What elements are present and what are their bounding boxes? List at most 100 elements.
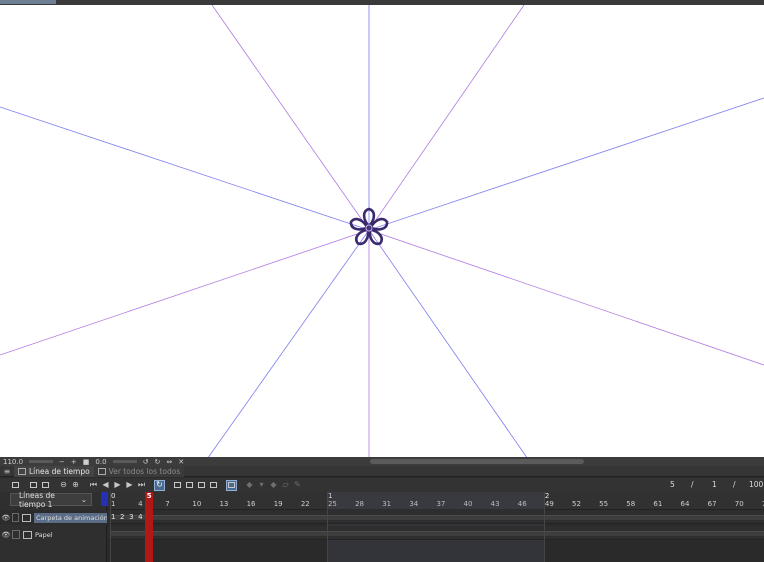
cel-label[interactable]: 2 — [120, 513, 124, 521]
panel-menu-icon[interactable]: ≡ — [0, 467, 14, 476]
frame-tick-label: 64 — [680, 500, 690, 508]
current-frame-value[interactable]: 5 — [670, 478, 675, 492]
folder-icon — [22, 513, 32, 522]
drawing-canvas[interactable] — [0, 5, 764, 457]
frame-tick-label: 49 — [544, 500, 554, 508]
perspective-line — [368, 5, 525, 231]
last-frame-icon[interactable]: ⏭ — [136, 480, 147, 491]
layer-name: Carpeta de animación — [34, 512, 107, 523]
angle-value[interactable]: 0.0 — [92, 458, 109, 466]
keyframe-dropdown-icon[interactable]: ▾ — [256, 480, 267, 491]
timeline-layer-list: Líneas de tiempo 1 ⌄ 👁 Carpeta de animac… — [0, 490, 107, 562]
keyframe-icon[interactable]: ◆ — [244, 480, 255, 491]
frame-tick-label: 13 — [219, 500, 229, 508]
perspective-line — [0, 229, 370, 356]
playhead[interactable] — [145, 492, 154, 562]
canvas-drawing — [0, 5, 764, 457]
onion-skin-toggle[interactable] — [226, 479, 237, 491]
new-animation-cel-button[interactable] — [172, 480, 183, 491]
layer-row-animation-folder[interactable]: 👁 Carpeta de animación — [0, 510, 107, 525]
zoom-out-timeline-icon[interactable]: ⊖ — [58, 480, 69, 491]
tab-view-all[interactable]: Ver todos los todos — [93, 465, 185, 477]
timeline-panel-header: ≡ Línea de tiempo Ver todos los todos — [0, 465, 764, 477]
work-start-marker[interactable] — [101, 492, 108, 506]
lock-icon[interactable] — [12, 530, 20, 539]
frame-tick-label: 70 — [734, 500, 744, 508]
frame-tick-label: 19 — [273, 500, 283, 508]
frame-rate-button[interactable] — [40, 480, 51, 491]
frame-tick-label: 67 — [707, 500, 717, 508]
rotate-slider[interactable] — [112, 460, 137, 463]
fit-icon[interactable]: ■ — [80, 458, 93, 466]
layer-name: Papel — [35, 530, 53, 539]
second-divider — [110, 492, 111, 562]
flip-icon[interactable]: ⇔ — [163, 458, 175, 466]
tab-view-all-label: Ver todos los todos — [108, 466, 181, 476]
chevron-down-icon: ⌄ — [80, 495, 87, 504]
timeline-tab-icon — [18, 467, 26, 475]
lock-icon[interactable] — [11, 513, 20, 522]
zoom-in-icon[interactable]: + — [68, 458, 80, 466]
zoom-value[interactable]: 110.0 — [0, 458, 26, 466]
prev-frame-icon[interactable]: ◀ — [100, 480, 111, 491]
play-icon[interactable]: ▶ — [112, 480, 123, 491]
canvas-horizontal-scrollbar[interactable] — [370, 459, 584, 464]
frame-tick-label: 7 — [165, 500, 170, 508]
rotate-left-icon[interactable]: ↺ — [140, 458, 152, 466]
perspective-line — [368, 229, 764, 366]
perspective-line — [211, 5, 370, 231]
playhead-frame-label: 5 — [146, 492, 152, 500]
counter-separator: / — [733, 480, 736, 489]
perspective-line — [0, 106, 370, 231]
cel-label[interactable]: 4 — [138, 513, 142, 521]
rotate-right-icon[interactable]: ↻ — [151, 458, 163, 466]
start-frame-value[interactable]: 1 — [712, 478, 717, 492]
edit-timeline-button[interactable] — [28, 480, 39, 491]
cel-label[interactable]: 3 — [129, 513, 133, 521]
eye-icon[interactable]: 👁 — [0, 531, 12, 539]
loop-toggle-icon[interactable]: ↻ — [154, 479, 165, 491]
eye-icon[interactable]: 👁 — [0, 514, 12, 522]
layer-row-paper[interactable]: 👁 Papel — [0, 527, 107, 542]
frame-tick-label: 58 — [626, 500, 636, 508]
zoom-in-timeline-icon[interactable]: ⊕ — [70, 480, 81, 491]
zoom-slider[interactable] — [29, 460, 54, 463]
counter-separator: / — [691, 480, 694, 489]
end-frame-value[interactable]: 100 — [749, 478, 763, 492]
interpolation-icon[interactable]: ◆ — [268, 480, 279, 491]
zoom-out-icon[interactable]: − — [56, 458, 68, 466]
timeline-select[interactable]: Líneas de tiempo 1 ⌄ — [10, 490, 92, 509]
cel-label[interactable]: 1 — [111, 513, 115, 521]
tab-timeline[interactable]: Línea de tiempo — [14, 465, 94, 477]
reset-icon[interactable]: ✕ — [175, 458, 187, 466]
frame-tick-label: 55 — [599, 500, 609, 508]
frame-tick-label: 52 — [572, 500, 581, 508]
timeline-select-value: Líneas de tiempo 1 — [19, 490, 55, 509]
tab-timeline-label: Línea de tiempo — [29, 466, 90, 476]
first-frame-icon[interactable]: ⏮ — [88, 480, 99, 491]
second-label: 2 — [544, 492, 550, 500]
second-label: 0 — [111, 492, 116, 500]
paper-layer-icon — [23, 530, 32, 539]
insert-frame-button[interactable] — [208, 480, 219, 491]
perspective-line — [368, 97, 764, 231]
pen-icon[interactable]: ✎ — [292, 480, 303, 491]
frame-tick-label: 4 — [138, 500, 143, 508]
track-animation-folder[interactable]: 12345 — [108, 510, 764, 524]
perspective-ruler-lines — [0, 5, 764, 457]
track-bar — [110, 531, 764, 536]
frame-tick-label: 16 — [246, 500, 256, 508]
frame-tick-label: 61 — [653, 500, 663, 508]
track-bar — [110, 515, 764, 520]
track-paper[interactable] — [108, 526, 764, 540]
camera-icon[interactable]: ▱ — [280, 480, 291, 491]
specify-cel-button[interactable] — [184, 480, 195, 491]
timeline-frames-area[interactable]: 1 4 7 10 13 16 19 22 25 28 31 34 37 40 43 46 49 52 55 58 61 6… — [108, 492, 764, 562]
next-frame-icon[interactable]: ▶ — [124, 480, 135, 491]
view-all-tab-icon — [97, 467, 106, 475]
frame-tick-label: 22 — [300, 500, 310, 508]
new-timeline-button[interactable] — [10, 480, 21, 491]
frame-tick-label: 1 — [111, 500, 116, 508]
delete-cel-button[interactable] — [196, 480, 207, 491]
document-tab[interactable] — [0, 0, 56, 4]
